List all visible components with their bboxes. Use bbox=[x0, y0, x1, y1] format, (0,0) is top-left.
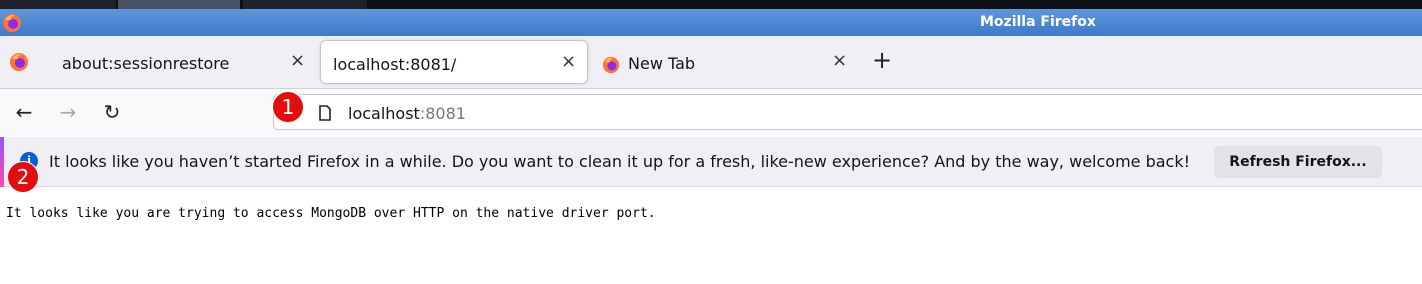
tab-sessionrestore[interactable]: about:sessionrestore × bbox=[46, 40, 316, 84]
firefox-icon bbox=[2, 13, 22, 37]
refresh-firefox-button[interactable]: Refresh Firefox... bbox=[1214, 146, 1382, 178]
tab-label: about:sessionrestore bbox=[62, 54, 230, 73]
close-icon[interactable]: × bbox=[290, 51, 305, 71]
taskbar-window-2[interactable] bbox=[118, 0, 240, 9]
forward-button[interactable]: → bbox=[56, 100, 80, 124]
navigation-toolbar: ← → ↻ localhost:8081 bbox=[0, 88, 1422, 136]
taskbar-window-3[interactable] bbox=[243, 0, 367, 9]
desktop-taskbar bbox=[0, 0, 1422, 9]
close-icon[interactable]: × bbox=[832, 51, 847, 71]
url-host: localhost bbox=[348, 104, 420, 123]
window-title: Mozilla Firefox bbox=[980, 14, 1096, 30]
url-bar[interactable]: localhost:8081 bbox=[273, 94, 1422, 130]
tab-strip: about:sessionrestore × localhost:8081/ ×… bbox=[0, 36, 1422, 88]
firefox-icon bbox=[602, 56, 620, 78]
firefox-view-icon[interactable] bbox=[9, 52, 29, 76]
tab-label: localhost:8081/ bbox=[333, 55, 457, 74]
annotation-marker-2: 2 bbox=[7, 161, 39, 193]
back-button[interactable]: ← bbox=[12, 100, 36, 124]
window-titlebar: Mozilla Firefox bbox=[0, 9, 1422, 36]
url-text[interactable]: localhost:8081 bbox=[348, 104, 466, 123]
url-port: :8081 bbox=[419, 104, 466, 123]
annotation-marker-1: 1 bbox=[272, 91, 304, 123]
tab-localhost[interactable]: localhost:8081/ × bbox=[320, 40, 588, 84]
taskbar-window-1[interactable] bbox=[0, 0, 116, 9]
close-icon[interactable]: × bbox=[561, 52, 576, 72]
notification-message: It looks like you haven’t started Firefo… bbox=[49, 152, 1191, 171]
notification-bar: i It looks like you haven’t started Fire… bbox=[0, 137, 1422, 187]
tab-new-tab[interactable]: New Tab × bbox=[592, 40, 862, 84]
page-text: It looks like you are trying to access M… bbox=[6, 206, 656, 221]
reload-button[interactable]: ↻ bbox=[100, 100, 124, 124]
notification-accent bbox=[0, 137, 4, 187]
new-tab-button[interactable]: + bbox=[872, 48, 892, 72]
tab-label: New Tab bbox=[628, 54, 696, 73]
page-icon bbox=[318, 105, 332, 125]
